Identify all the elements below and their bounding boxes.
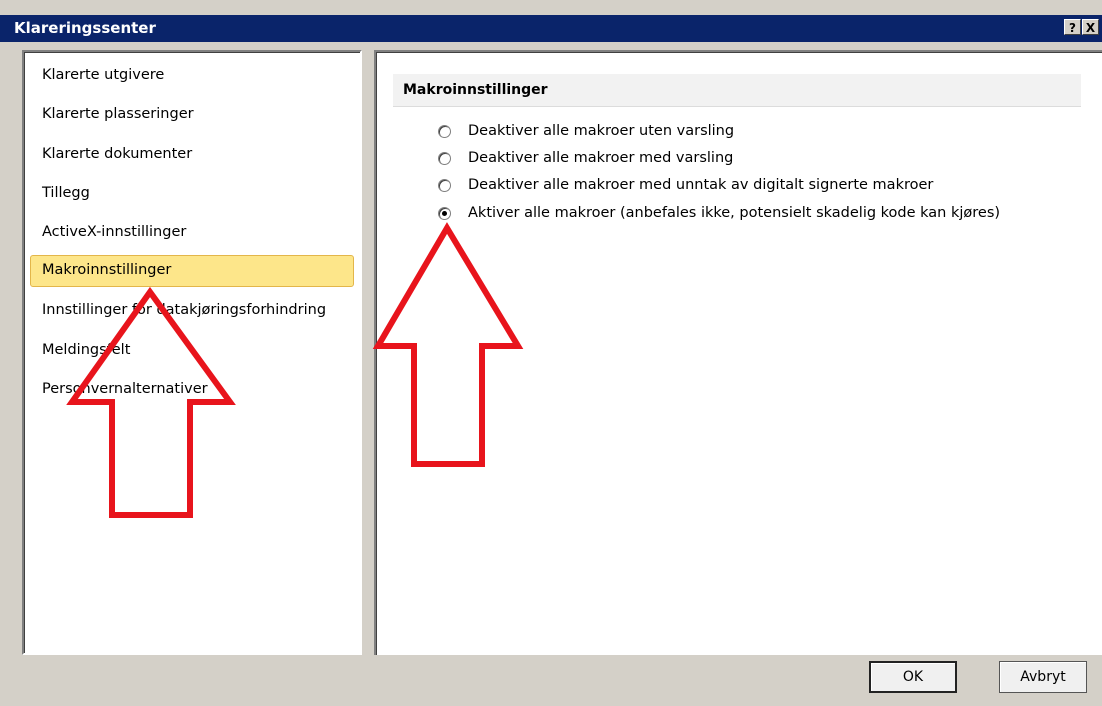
nav-item-trusted-documents[interactable]: Klarerte dokumenter (42, 146, 192, 162)
option-label: Aktiver alle makroer (anbefales ikke, po… (468, 205, 1001, 221)
radio-button[interactable] (438, 179, 451, 192)
window-title: Klareringssenter (14, 19, 156, 37)
radio-button[interactable] (438, 125, 451, 138)
radio-button-selected[interactable] (438, 207, 451, 220)
category-list: Klarerte utgivere Klarerte plasseringer … (22, 50, 362, 655)
nav-item-macro-settings-label: Makroinnstillinger (42, 262, 172, 278)
ok-button[interactable]: OK (869, 661, 957, 693)
option-label: Deaktiver alle makroer uten varsling (468, 123, 735, 139)
settings-panel: Makroinnstillinger Deaktiver alle makroe… (374, 50, 1102, 655)
nav-item-activex-settings[interactable]: ActiveX-innstillinger (42, 224, 186, 240)
nav-item-data-execution-prevention[interactable]: Innstillinger for datakjøringsforhindrin… (42, 302, 326, 318)
nav-item-message-bar[interactable]: Meldingsfelt (42, 342, 130, 358)
close-button[interactable]: X (1082, 19, 1099, 35)
nav-item-add-ins[interactable]: Tillegg (42, 185, 90, 201)
section-title: Makroinnstillinger (403, 82, 548, 98)
nav-item-macro-settings[interactable]: Makroinnstillinger (30, 255, 354, 287)
title-bar: Klareringssenter ? X (0, 15, 1102, 42)
radio-button[interactable] (438, 152, 451, 165)
nav-item-trusted-publishers[interactable]: Klarerte utgivere (42, 67, 164, 83)
section-header: Makroinnstillinger (393, 74, 1081, 107)
nav-item-trusted-locations[interactable]: Klarerte plasseringer (42, 106, 194, 122)
cancel-button[interactable]: Avbryt (999, 661, 1087, 693)
help-button[interactable]: ? (1064, 19, 1081, 35)
trust-center-dialog: Klareringssenter ? X Klarerte utgivere K… (0, 0, 1102, 706)
option-label: Deaktiver alle makroer med varsling (468, 150, 734, 166)
option-label: Deaktiver alle makroer med unntak av dig… (468, 177, 934, 193)
nav-item-privacy-options[interactable]: Personvernalternativer (42, 381, 208, 397)
